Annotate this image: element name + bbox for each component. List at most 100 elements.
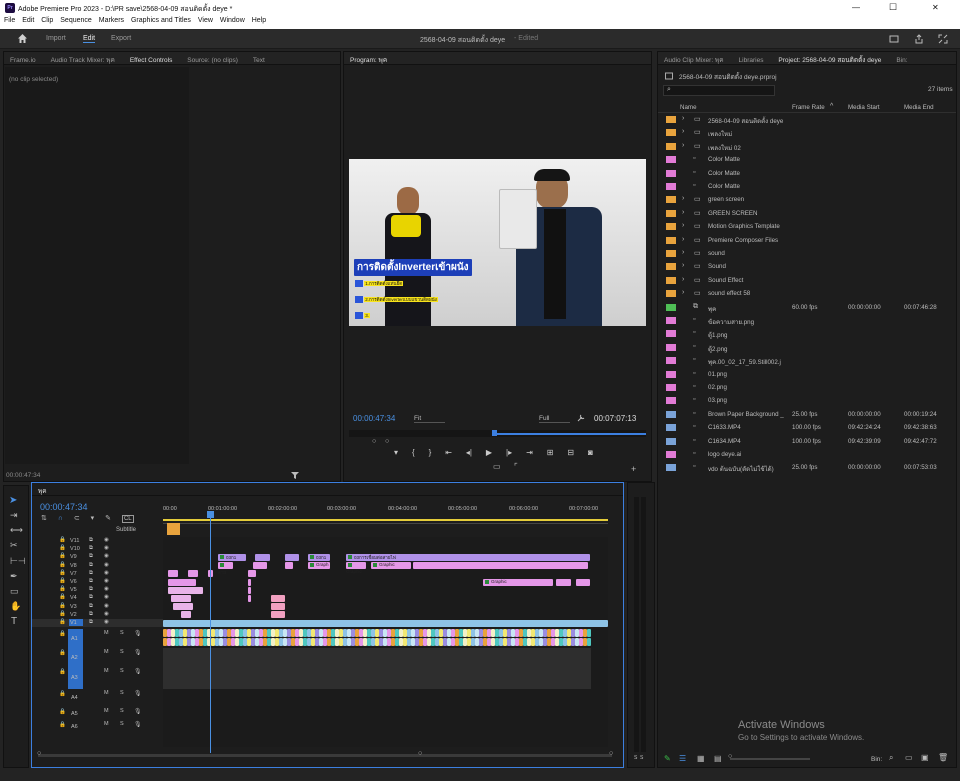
audio-clip[interactable] bbox=[411, 629, 415, 638]
audio-clip[interactable] bbox=[291, 638, 295, 647]
solo-button[interactable]: S bbox=[120, 668, 124, 674]
ripple-edit-tool-icon[interactable]: ⟷ bbox=[10, 525, 23, 536]
audio-clip[interactable] bbox=[563, 629, 567, 638]
audio-clip[interactable] bbox=[315, 638, 319, 647]
video-track-header[interactable]: 🔒 V7 ⧉ ◉ bbox=[32, 570, 163, 578]
go-to-in-icon[interactable]: ⇤ bbox=[445, 448, 452, 457]
audio-clip[interactable] bbox=[275, 638, 279, 647]
folder-expand-icon[interactable]: › bbox=[682, 209, 684, 216]
col-media-end[interactable]: Media End bbox=[904, 104, 934, 111]
list-view-icon[interactable]: ☰ bbox=[679, 754, 686, 763]
audio-clip[interactable] bbox=[311, 629, 315, 638]
tab-text[interactable]: Text bbox=[253, 57, 265, 64]
audio-clip[interactable] bbox=[371, 629, 375, 638]
eye-icon[interactable]: ◉ bbox=[104, 619, 109, 625]
toggle-sync-icon[interactable]: ⧉ bbox=[89, 611, 93, 618]
timeline-clip[interactable] bbox=[248, 594, 251, 602]
audio-clip[interactable] bbox=[171, 638, 175, 647]
video-track-header[interactable]: 🔒 V11 ⧉ ◉ bbox=[32, 537, 163, 545]
audio-clip[interactable] bbox=[231, 629, 235, 638]
project-item[interactable]: › ▭ green screen bbox=[658, 193, 956, 206]
timeline-clip[interactable] bbox=[271, 603, 285, 611]
audio-clip[interactable] bbox=[571, 638, 575, 647]
audio-clip[interactable] bbox=[523, 638, 527, 647]
audio-clip[interactable] bbox=[331, 629, 335, 638]
audio-clip[interactable] bbox=[539, 629, 543, 638]
label-color-swatch[interactable] bbox=[666, 169, 676, 177]
microphone-icon[interactable]: 🎙 bbox=[134, 690, 142, 697]
mute-button[interactable]: M bbox=[104, 649, 109, 655]
audio-clip[interactable] bbox=[479, 638, 483, 647]
lock-icon[interactable]: 🔒 bbox=[59, 709, 66, 715]
col-frame-rate[interactable]: Frame Rate bbox=[792, 104, 825, 111]
timeline-clip[interactable]: 03ก1 bbox=[218, 553, 246, 561]
audio-clip[interactable] bbox=[251, 629, 255, 638]
audio-clip[interactable] bbox=[467, 629, 471, 638]
program-scrubber[interactable] bbox=[349, 430, 646, 437]
project-item[interactable]: ▫ Color Matte bbox=[658, 153, 956, 166]
folder-expand-icon[interactable]: › bbox=[682, 249, 684, 256]
timeline-clip[interactable] bbox=[285, 553, 299, 561]
lock-icon[interactable]: 🔒 bbox=[59, 553, 66, 559]
folder-expand-icon[interactable]: › bbox=[682, 128, 684, 135]
audio-clip[interactable] bbox=[219, 638, 223, 647]
audio-clip[interactable] bbox=[439, 629, 443, 638]
quick-export-icon[interactable] bbox=[889, 34, 899, 44]
audio-clip[interactable] bbox=[319, 638, 323, 647]
microphone-icon[interactable]: 🎙 bbox=[134, 708, 142, 715]
timeline-clip[interactable] bbox=[163, 619, 608, 627]
new-item-icon[interactable]: ▣ bbox=[921, 753, 929, 762]
label-color-swatch[interactable] bbox=[666, 397, 676, 405]
pencil-icon[interactable]: ✎ bbox=[664, 754, 671, 763]
icon-view-icon[interactable]: ▦ bbox=[697, 754, 705, 763]
audio-clip[interactable] bbox=[367, 638, 371, 647]
timeline-clip[interactable] bbox=[171, 594, 191, 602]
audio-clip[interactable] bbox=[239, 638, 243, 647]
audio-clip[interactable] bbox=[491, 629, 495, 638]
folder-expand-icon[interactable]: › bbox=[682, 236, 684, 243]
project-item[interactable]: ▫ พุค.00_02_17_59.Still002.j bbox=[658, 354, 956, 367]
filter-icon[interactable] bbox=[291, 471, 299, 479]
audio-clip[interactable] bbox=[243, 638, 247, 647]
audio-clip[interactable] bbox=[263, 638, 267, 647]
audio-clip[interactable] bbox=[363, 629, 367, 638]
audio-clip[interactable] bbox=[471, 629, 475, 638]
audio-clip[interactable] bbox=[323, 638, 327, 647]
project-item[interactable]: › ▭ เพลงใหม่ bbox=[658, 126, 956, 139]
menu-help[interactable]: Help bbox=[252, 17, 266, 24]
audio-clip[interactable] bbox=[179, 638, 183, 647]
toggle-sync-icon[interactable]: ⧉ bbox=[89, 553, 93, 560]
audio-clip[interactable] bbox=[211, 638, 215, 647]
audio-clip[interactable] bbox=[227, 638, 231, 647]
label-color-swatch[interactable] bbox=[666, 343, 676, 351]
audio-clip[interactable] bbox=[491, 638, 495, 647]
timeline-clip[interactable]: 03ก1 bbox=[308, 553, 330, 561]
audio-clip[interactable] bbox=[507, 629, 511, 638]
audio-clip[interactable] bbox=[323, 629, 327, 638]
audio-clip[interactable] bbox=[427, 629, 431, 638]
audio-clip[interactable] bbox=[407, 638, 411, 647]
timeline-clip[interactable] bbox=[253, 562, 267, 570]
eye-icon[interactable]: ◉ bbox=[104, 578, 109, 584]
fit-dropdown[interactable]: Fit bbox=[414, 415, 445, 423]
label-color-swatch[interactable] bbox=[666, 196, 676, 204]
label-color-swatch[interactable] bbox=[666, 116, 676, 123]
audio-clip[interactable] bbox=[527, 638, 531, 647]
tab-sequence[interactable]: พุค bbox=[38, 486, 47, 495]
audio-clip[interactable] bbox=[559, 638, 563, 647]
tab-project[interactable]: Project: 2568-04-09 สอนติดตั้ง deye bbox=[778, 55, 881, 64]
audio-clip[interactable] bbox=[315, 629, 319, 638]
audio-clip[interactable] bbox=[471, 638, 475, 647]
label-color-swatch[interactable] bbox=[666, 223, 676, 231]
audio-clip[interactable] bbox=[443, 638, 447, 647]
col-name[interactable]: Name bbox=[680, 104, 697, 111]
audio-clip[interactable] bbox=[431, 638, 435, 647]
video-track-header[interactable]: 🔒 V2 ⧉ ◉ bbox=[32, 611, 163, 619]
audio-track-header[interactable]: 🔒 A6 M S 🎙 bbox=[32, 720, 163, 733]
menu-sequence[interactable]: Sequence bbox=[60, 17, 92, 24]
lock-icon[interactable]: 🔒 bbox=[59, 722, 66, 728]
solo-button[interactable]: S bbox=[120, 690, 124, 696]
home-icon[interactable] bbox=[17, 33, 28, 44]
lock-icon[interactable]: 🔒 bbox=[59, 537, 66, 543]
audio-clip[interactable] bbox=[183, 629, 187, 638]
